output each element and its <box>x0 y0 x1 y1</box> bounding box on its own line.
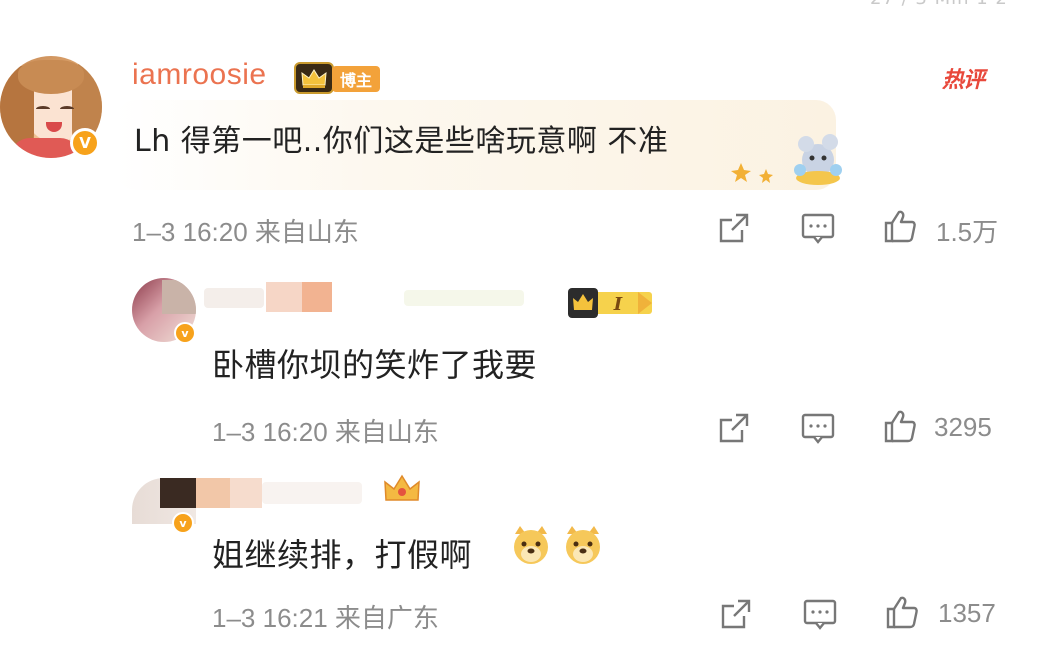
main-comment-text: Lh 得第一吧..你们这是些啥玩意啊 不准 <box>134 124 669 159</box>
main-comment-username[interactable]: iamroosie <box>132 58 267 92</box>
bubble-sticker-decoration-icon <box>731 134 842 185</box>
comment-icon[interactable] <box>800 410 836 446</box>
cropped-header-text: 27 / 3 Min 1 2 <box>870 0 1020 8</box>
verified-badge-icon: v <box>174 322 196 344</box>
reply-text: 卧槽你坝的笑炸了我要 <box>212 346 538 384</box>
blogger-badge: 博主 <box>332 66 381 92</box>
crown-icon <box>294 62 334 94</box>
level-number: I <box>613 294 623 315</box>
comment-icon[interactable] <box>802 596 838 632</box>
share-icon[interactable] <box>718 596 754 632</box>
reply-username-redacted[interactable] <box>204 282 544 312</box>
like-icon[interactable] <box>882 408 918 444</box>
like-icon[interactable] <box>884 594 920 630</box>
reply-username-redacted[interactable] <box>160 478 380 508</box>
reply-text: 姐继续排，打假啊 <box>212 536 473 574</box>
reply-like-count: 3295 <box>934 412 992 442</box>
doge-emoji-icon <box>514 526 548 564</box>
comment-icon[interactable] <box>800 210 836 246</box>
weibo-comment-thread: 27 / 3 Min 1 2 V iamroosie 博主 热评 Lh 得第一吧… <box>0 0 1052 656</box>
share-icon[interactable] <box>716 410 752 446</box>
like-icon[interactable] <box>882 208 918 244</box>
reply-meta: 1–3 16:21 来自广东 <box>212 603 439 633</box>
main-comment-meta: 1–3 16:20 来自山东 <box>132 217 359 247</box>
verified-badge-icon: v <box>172 512 194 534</box>
doge-emoji-icon <box>566 526 600 564</box>
reply-like-count: 1357 <box>938 598 996 628</box>
crown-icon <box>384 474 420 501</box>
svg-text:I: I <box>613 294 623 315</box>
verified-badge-icon: V <box>70 128 100 158</box>
hot-comment-label: 热评 <box>942 68 985 93</box>
reply-meta: 1–3 16:20 来自山东 <box>212 417 439 447</box>
share-icon[interactable] <box>716 210 752 246</box>
main-comment-like-count: 1.5万 <box>936 217 999 247</box>
